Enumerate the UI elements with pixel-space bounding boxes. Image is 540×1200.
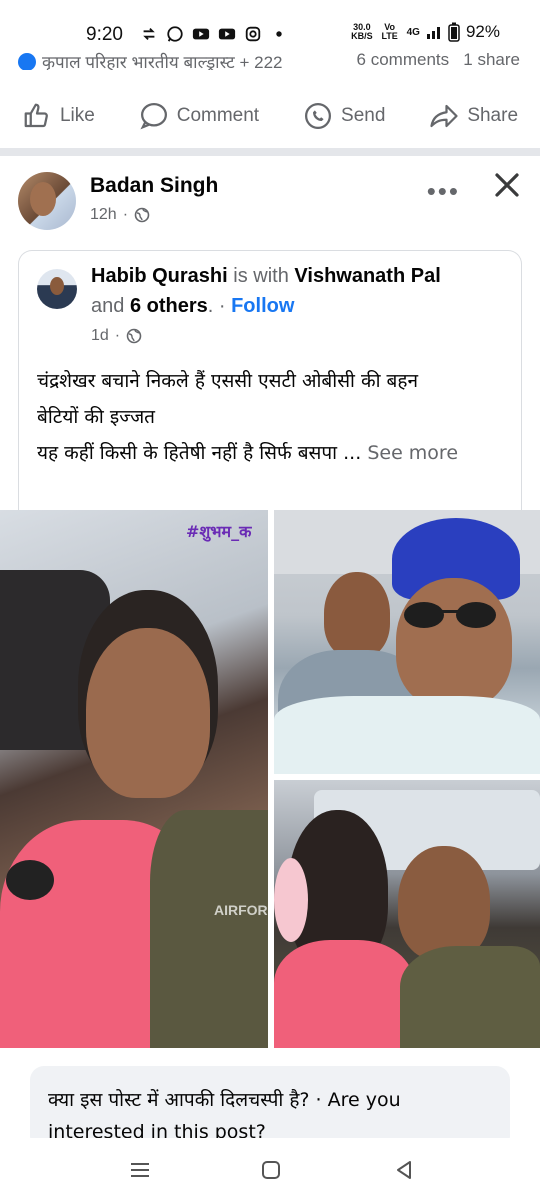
system-nav-bar	[0, 1138, 540, 1200]
person-face	[398, 846, 490, 960]
follow-button[interactable]: Follow	[231, 295, 294, 317]
globe-icon	[126, 328, 142, 344]
like-label: Like	[59, 105, 95, 126]
shared-author-line-2: and 6 others. · Follow	[91, 295, 294, 318]
wristwatch	[6, 860, 54, 900]
post-header: Badan Singh 12h · •••	[0, 160, 540, 240]
comment-share-counts[interactable]: 6 comments 1 share	[357, 50, 520, 70]
close-icon[interactable]	[492, 170, 522, 200]
shares-count: 1 share	[463, 50, 520, 69]
meta-dot: ·	[114, 327, 121, 344]
volte-label: Vo LTE	[381, 22, 398, 41]
with-text: is with	[233, 265, 289, 287]
post-meta: 12h ·	[90, 206, 150, 224]
like-reaction-icon	[18, 53, 36, 70]
youtube-icon	[192, 28, 210, 40]
back-icon[interactable]	[390, 1156, 418, 1184]
avatar[interactable]	[18, 172, 76, 230]
share-button[interactable]: Share	[429, 101, 518, 131]
author-name[interactable]: Badan Singh	[90, 174, 218, 198]
and-text: and	[91, 295, 125, 317]
white-shirt	[274, 696, 540, 774]
shared-meta: 1d ·	[91, 327, 142, 345]
comment-label: Comment	[176, 105, 260, 126]
shared-author-line: Habib Qurashi is with Vishwanath Pal	[91, 265, 441, 288]
shared-author-name[interactable]: Habib Qurashi	[91, 265, 228, 287]
post-text-line: चंद्रशेखर बचाने निकले हैं एससी एसटी ओबीस…	[37, 370, 419, 392]
network-speed: 30.0 KB/S	[351, 23, 373, 41]
status-right: 30.0 KB/S Vo LTE 4G 92%	[351, 22, 500, 42]
person-face	[86, 628, 210, 798]
others-link[interactable]: 6 others	[130, 295, 208, 317]
notification-icons	[140, 25, 288, 43]
see-more-link[interactable]: See more	[367, 442, 458, 464]
like-button[interactable]: Like	[22, 101, 95, 131]
battery-level: 92%	[465, 22, 500, 41]
comment-button[interactable]: Comment	[139, 101, 259, 131]
comments-count: 6 comments	[356, 50, 450, 69]
whatsapp-send-icon	[305, 103, 332, 129]
youtube-icon	[218, 28, 236, 40]
post-text: चंद्रशेखर बचाने निकले हैं एससी एसटी ओबीस…	[37, 363, 512, 471]
reactions-summary[interactable]: कृपाल परिहार भारतीय बाल्ड्रास्ट + 222	[18, 50, 283, 70]
thumbs-up-icon	[24, 103, 48, 128]
avatar-face	[30, 182, 56, 216]
send-button[interactable]: Send	[303, 101, 385, 131]
status-time: 9:20	[86, 24, 123, 45]
post-text-line: यह कहीं किसी के हितेषी नहीं है सिर्फ बसप…	[37, 435, 512, 471]
feed-separator	[0, 148, 540, 156]
person-face	[396, 578, 512, 708]
separator-dot: ·	[213, 295, 232, 317]
comment-icon	[140, 103, 167, 130]
avatar-face	[50, 277, 64, 295]
instagram-icon	[245, 26, 261, 42]
camo-shirt	[150, 810, 268, 1048]
shared-post-card[interactable]: Habib Qurashi is with Vishwanath Pal and…	[18, 250, 522, 510]
network-label: 4G	[406, 26, 420, 38]
speed-unit: KB/S	[351, 31, 373, 41]
signal-icon	[426, 27, 440, 39]
tagged-name[interactable]: Vishwanath Pal	[294, 265, 440, 287]
photo-grid: #शुभम_क AIRFORCE	[0, 510, 540, 1050]
avatar[interactable]	[37, 269, 77, 309]
photo-1[interactable]: #शुभम_क AIRFORCE	[0, 510, 268, 1048]
pink-shirt	[274, 940, 414, 1048]
photo-3[interactable]	[274, 780, 540, 1048]
previous-post-stats: कृपाल परिहार भारतीय बाल्ड्रास्ट + 222 6 …	[18, 50, 538, 70]
shirt-text: AIRFORCE	[214, 902, 268, 918]
post-text-line-3: यह कहीं किसी के हितेषी नहीं है सिर्फ बसप…	[37, 442, 362, 464]
camo-shirt	[400, 946, 540, 1048]
dot-icon	[276, 31, 282, 37]
retweet-icon	[143, 27, 155, 41]
person-face	[324, 572, 390, 658]
share-label: Share	[467, 105, 519, 126]
shared-time[interactable]: 1d	[91, 327, 109, 345]
ellipsis-icon[interactable]: •••	[427, 176, 460, 207]
globe-icon	[134, 207, 150, 223]
photo-hashtag: #शुभम_क	[186, 522, 252, 541]
post-time[interactable]: 12h	[90, 206, 117, 224]
reactions-text: कृपाल परिहार भारतीय बाल्ड्रास्ट + 222	[42, 53, 283, 70]
recent-apps-icon[interactable]	[126, 1156, 154, 1184]
home-icon[interactable]	[257, 1156, 285, 1184]
battery-icon	[448, 22, 460, 42]
sunglasses	[404, 602, 496, 628]
blurred-face	[274, 858, 308, 942]
share-icon	[430, 104, 458, 128]
meta-dot: ·	[122, 206, 129, 223]
previous-post-actions: Like Comment Send Share	[0, 88, 540, 144]
whatsapp-icon	[167, 26, 183, 42]
post-text-line: बेटियों की इज्जत	[37, 406, 156, 428]
photo-2[interactable]	[274, 510, 540, 774]
send-label: Send	[341, 105, 386, 126]
